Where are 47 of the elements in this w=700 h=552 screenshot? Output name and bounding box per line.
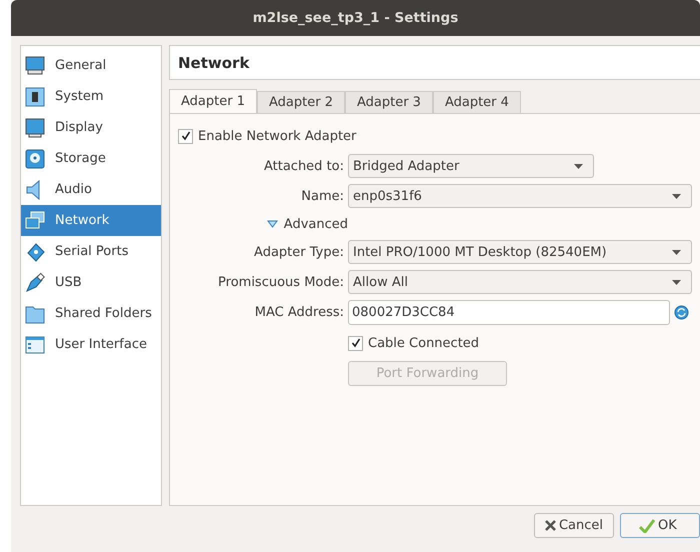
dropdown[interactable]: Bridged Adapter [348, 154, 594, 178]
tab[interactable]: Adapter 3 [344, 91, 433, 113]
advanced-toggle[interactable]: Advanced [178, 214, 348, 234]
monitor-icon [24, 116, 46, 138]
field-label: Promiscuous Mode: [217, 274, 345, 290]
field-label: Adapter Type: [253, 244, 345, 260]
field-label: Name: [300, 188, 345, 204]
triangle-down-icon [266, 220, 278, 228]
refresh-icon[interactable] [674, 305, 688, 320]
dropdown[interactable]: Intel PRO/1000 MT Desktop (82540EM) [348, 240, 692, 264]
network-icon [24, 210, 46, 232]
dropdown-arrow-icon [672, 194, 681, 198]
sidebar-item[interactable]: Shared Folders [21, 298, 161, 329]
dropdown[interactable]: enp0s31f6 [348, 184, 692, 208]
checkmark-icon [180, 131, 190, 141]
dropdown-arrow-icon [672, 280, 681, 284]
close-icon [544, 520, 556, 531]
dropdown-arrow-icon [574, 164, 583, 168]
checkmark-icon [350, 338, 360, 348]
cancel-button[interactable]: Cancel [534, 513, 614, 538]
ok-button[interactable]: OK [620, 513, 700, 538]
checkbox[interactable]: Enable Network Adapter [178, 124, 356, 148]
sidebar-item[interactable]: Serial Ports [21, 236, 161, 267]
monitor-icon [24, 54, 46, 76]
sidebar-item[interactable]: Audio [21, 174, 161, 205]
checkmark-icon [639, 518, 655, 532]
tab[interactable]: Adapter 2 [256, 91, 345, 113]
checkbox[interactable]: Cable Connected [348, 331, 480, 355]
dropdown[interactable]: Allow All [348, 270, 692, 294]
sidebar-item[interactable]: System [21, 81, 161, 112]
sidebar-item[interactable]: Network [21, 205, 161, 236]
sidebar-item[interactable]: Display [21, 112, 161, 143]
window-title: m2lse_see_tp3_1 - Settings [11, 0, 700, 36]
sidebar-item[interactable]: Storage [21, 143, 161, 174]
input-field[interactable]: 080027D3CC84 [348, 300, 670, 325]
tab[interactable]: Adapter 1 [169, 89, 257, 113]
dropdown-arrow-icon [672, 250, 681, 254]
sidebar-item[interactable]: User Interface [21, 329, 161, 360]
page-title: Network [169, 45, 700, 80]
field-label: MAC Address: [254, 305, 345, 320]
window-icon [24, 334, 46, 356]
field-label: Attached to: [262, 158, 345, 174]
usb-icon [24, 272, 46, 294]
sidebar-item[interactable]: USB [21, 267, 161, 298]
sidebar-item[interactable]: General [21, 50, 161, 81]
tab[interactable]: Adapter 4 [432, 91, 521, 113]
chip-icon [24, 86, 46, 108]
